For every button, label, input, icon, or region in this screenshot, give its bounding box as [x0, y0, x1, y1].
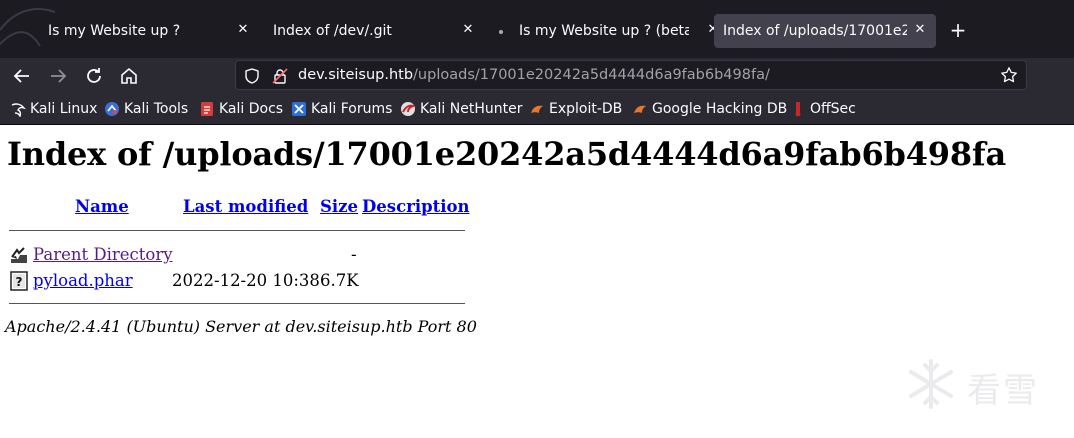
- kali-docs-icon: [201, 102, 213, 116]
- watermark: 看雪: [900, 355, 1060, 415]
- tab-3-active[interactable]: Index of /uploads/17001e202 ✕: [714, 14, 936, 48]
- row-size: 6.7K: [320, 271, 359, 290]
- back-button[interactable]: [10, 64, 34, 88]
- bookmark-label: Google Hacking DB: [652, 101, 788, 117]
- arrow-right-icon: [51, 69, 67, 83]
- nav-bar: dev.siteisup.htb/uploads/17001e20242a5d4…: [0, 58, 1074, 94]
- tab-title: Is my Website up ? (beta v: [519, 23, 689, 39]
- page-title: Index of /uploads/17001e20242a5d4444d6a9…: [7, 135, 1006, 173]
- bookmark-label: Exploit-DB: [549, 101, 623, 117]
- kali-forums-icon: [292, 102, 306, 116]
- home-icon: [121, 67, 137, 84]
- bookmarks-bar: Kali Linux Kali Tools Kali Docs Kali For…: [0, 94, 1074, 125]
- home-button[interactable]: [117, 64, 141, 88]
- svg-text:?: ?: [16, 275, 23, 289]
- url-bar[interactable]: dev.siteisup.htb/uploads/17001e20242a5d4…: [235, 60, 1027, 90]
- file-link-pyload-phar[interactable]: pyload.phar: [33, 271, 133, 290]
- tab-1[interactable]: Index of /dev/.git ✕: [262, 14, 486, 48]
- url-path: /uploads/17001e20242a5d4444d6a9fab6b498f…: [413, 67, 770, 83]
- bookmark-label: Kali NetHunter: [420, 101, 523, 117]
- tab-2[interactable]: Is my Website up ? (beta v ✕: [499, 14, 718, 48]
- row-last-modified: 2022-12-20 10:38: [172, 271, 320, 290]
- offsec-icon: [795, 102, 801, 117]
- insecure-lock-icon[interactable]: [271, 67, 289, 85]
- close-icon[interactable]: ✕: [460, 22, 476, 38]
- forward-button[interactable]: [46, 64, 70, 88]
- tab-title: Index of /uploads/17001e202: [723, 23, 907, 39]
- new-tab-button[interactable]: +: [948, 20, 968, 40]
- close-icon[interactable]: ✕: [912, 22, 928, 38]
- tab-title: Index of /dev/.git: [273, 23, 392, 39]
- server-signature: Apache/2.4.41 (Ubuntu) Server at dev.sit…: [5, 317, 477, 336]
- tab-0[interactable]: Is my Website up ? ✕: [37, 14, 261, 48]
- bookmark-label: Kali Docs: [219, 101, 284, 117]
- bookmark-label: Kali Tools: [124, 101, 189, 117]
- nethunter-icon: [401, 102, 416, 116]
- unread-dot-icon: [499, 30, 503, 34]
- url-domain: dev.siteisup.htb: [298, 67, 414, 83]
- kali-tools-icon: [105, 102, 119, 116]
- row-size: -: [351, 245, 357, 264]
- tracking-shield-icon[interactable]: [243, 67, 261, 85]
- bookmark-label: Kali Linux: [30, 101, 98, 117]
- arrow-left-icon: [13, 69, 29, 83]
- parent-directory-link[interactable]: Parent Directory: [33, 245, 173, 264]
- bookmark-label: OffSec: [810, 101, 856, 117]
- exploit-db-icon: [531, 105, 543, 113]
- back-folder-icon: [10, 246, 28, 264]
- close-icon[interactable]: ✕: [235, 22, 251, 38]
- column-header-size[interactable]: Size: [320, 197, 358, 216]
- ghdb-icon: [634, 105, 646, 113]
- column-header-last-modified[interactable]: Last modified: [183, 197, 308, 216]
- column-header-description[interactable]: Description: [362, 197, 470, 216]
- snowflake-icon: [909, 359, 953, 409]
- reload-icon: [87, 68, 101, 83]
- tab-title: Is my Website up ?: [48, 23, 181, 39]
- kali-dragon-icon: [11, 103, 26, 117]
- column-header-name[interactable]: Name: [75, 197, 129, 216]
- divider: [9, 303, 465, 304]
- bookmark-star-icon[interactable]: [1000, 66, 1018, 84]
- tab-bar: Is my Website up ? ✕ Index of /dev/.git …: [0, 0, 1074, 58]
- unknown-file-icon: ?: [10, 271, 28, 291]
- divider: [9, 230, 465, 231]
- bookmark-label: Kali Forums: [311, 101, 393, 117]
- watermark-text: 看雪: [967, 371, 1039, 411]
- reload-button[interactable]: [82, 64, 106, 88]
- url-text[interactable]: dev.siteisup.htb/uploads/17001e20242a5d4…: [298, 67, 770, 83]
